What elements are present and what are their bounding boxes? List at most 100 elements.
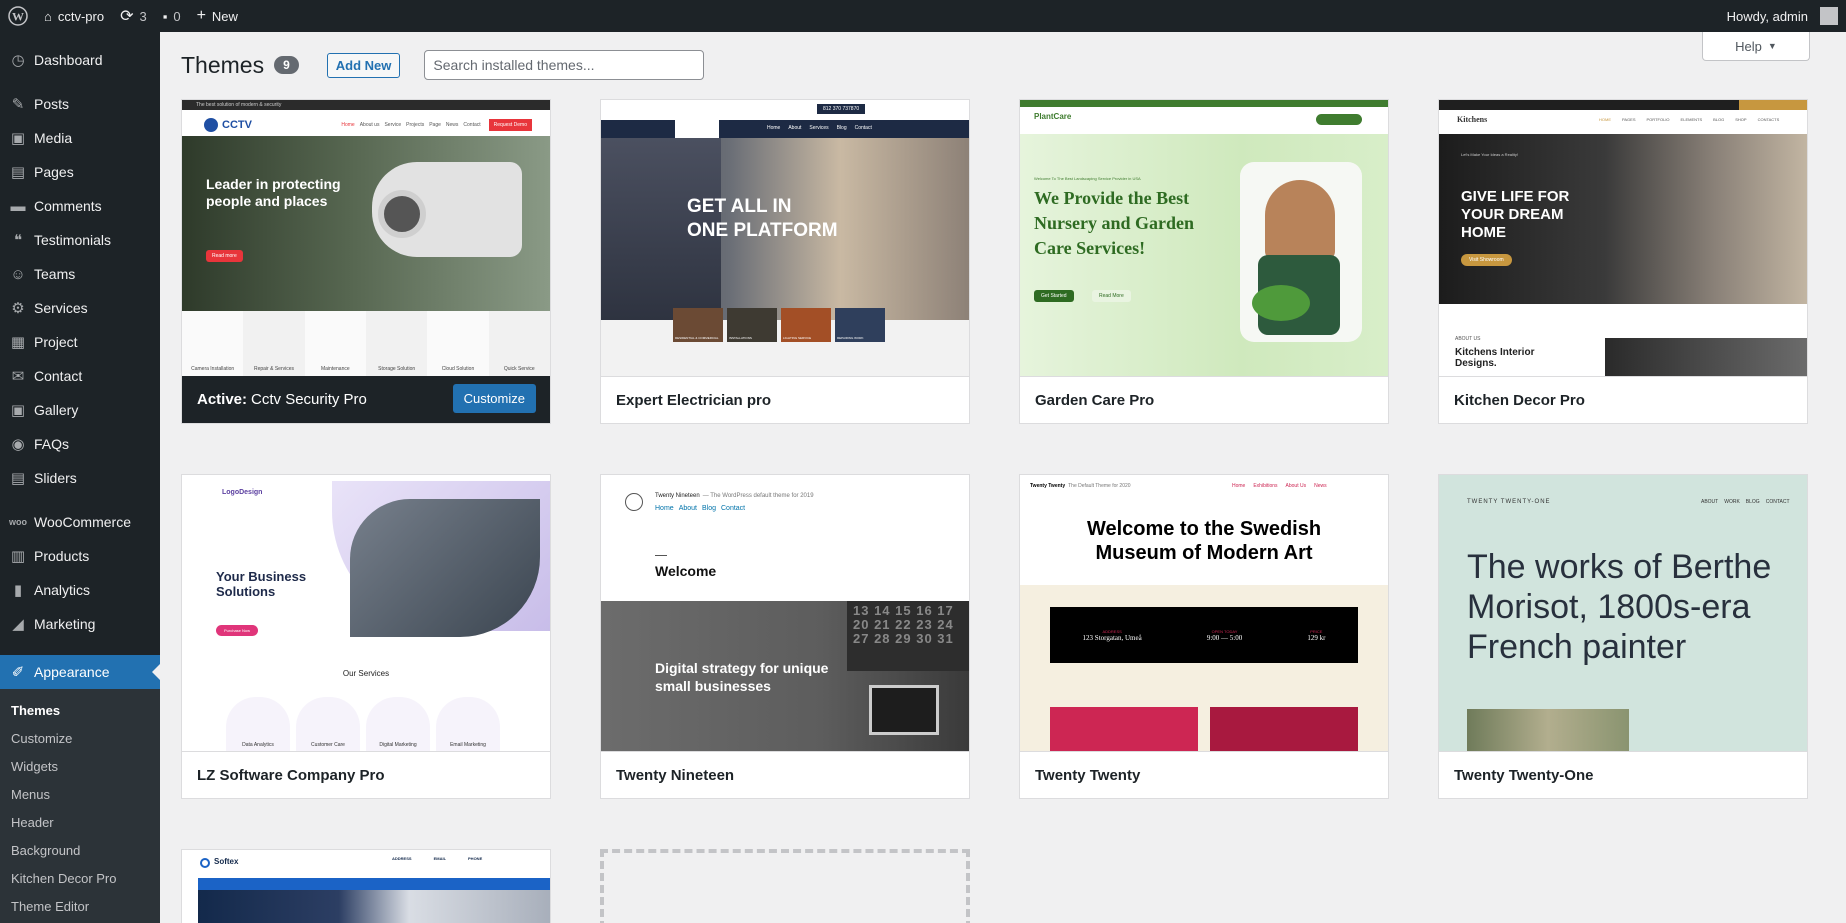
- screenshot-text: ONE PLATFORM: [687, 220, 838, 241]
- caret-down-icon: ▼: [1767, 41, 1777, 51]
- screenshot-text: Digital Marketing: [366, 697, 430, 751]
- add-new-button[interactable]: Add New: [326, 52, 401, 78]
- add-new-theme-card[interactable]: [600, 849, 970, 923]
- theme-card-cctv-security-pro[interactable]: The best solution of modern & security C…: [181, 99, 551, 424]
- submenu-item-kitchen-decor-pro[interactable]: Kitchen Decor Pro: [0, 864, 160, 892]
- submenu-item-customize[interactable]: Customize: [0, 724, 160, 752]
- theme-name: Kitchen Decor Pro: [1454, 391, 1585, 409]
- theme-screenshot: 812 370 737870 ELECTRICIAN HomeAboutServ…: [601, 100, 969, 376]
- woo-icon: woo: [9, 517, 27, 527]
- pin-icon: ✎: [11, 96, 25, 113]
- sidebar-item-label: Marketing: [34, 616, 96, 632]
- plus-icon: +: [196, 7, 206, 24]
- sidebar-item-marketing[interactable]: ◢ Marketing: [0, 607, 160, 641]
- submenu-item-themes[interactable]: Themes: [0, 696, 160, 724]
- sidebar-item-sliders[interactable]: ▤ Sliders: [0, 461, 160, 495]
- screenshot-text: Purchase Now: [216, 625, 259, 636]
- screenshot-text: Digital strategy for unique small busine…: [655, 660, 829, 694]
- sidebar-item-gallery[interactable]: ▣ Gallery: [0, 393, 160, 427]
- testimonial-icon: ❝: [13, 232, 23, 249]
- active-label: Active:: [197, 391, 248, 408]
- theme-screenshot: Kitchens HOME PAGES PORTFOLIO ELEMENTS BLOG S…: [1439, 100, 1807, 376]
- sidebar-item-project[interactable]: ▦ Project: [0, 325, 160, 359]
- sidebar-item-pages[interactable]: ▤ Pages: [0, 155, 160, 189]
- screenshot-text: Contact: [463, 122, 481, 128]
- screenshot-text: Camera Installation: [191, 366, 235, 372]
- theme-card-softex[interactable]: Softex ADDRESS EMAIL PHONE: [181, 849, 551, 923]
- screenshot-text: GET ALL IN: [687, 196, 792, 217]
- theme-card-expert-electrician-pro[interactable]: 812 370 737870 ELECTRICIAN HomeAboutServ…: [600, 99, 970, 424]
- submenu-item-menus[interactable]: Menus: [0, 780, 160, 808]
- sidebar-item-media[interactable]: ▣ Media: [0, 121, 160, 155]
- submenu-item-widgets[interactable]: Widgets: [0, 752, 160, 780]
- theme-card-twenty-nineteen[interactable]: Twenty Nineteen — The WordPress default t…: [600, 474, 970, 799]
- marketing-icon: ◢: [12, 616, 24, 633]
- sidebar-item-dashboard[interactable]: ◷ Dashboard: [0, 43, 160, 77]
- screenshot-text: PORTFOLIO: [1646, 117, 1670, 122]
- screenshot-text: LogoDesign: [222, 489, 263, 496]
- screenshot-text: Contact: [721, 505, 746, 512]
- new-label: New: [211, 8, 238, 24]
- search-input[interactable]: [424, 50, 705, 80]
- greeting-label: Howdy, admin: [1726, 8, 1808, 24]
- screenshot-text: CONTACTS: [1757, 117, 1780, 122]
- theme-name-bar: Kitchen Decor Pro: [1439, 376, 1807, 423]
- customize-button[interactable]: Customize: [452, 384, 536, 413]
- screenshot-text: Twenty Twenty: [1030, 483, 1066, 489]
- gallery-icon: ▣: [10, 402, 26, 419]
- sidebar-item-services[interactable]: ⚙ Services: [0, 291, 160, 325]
- screenshot-text: Read More: [1092, 290, 1131, 302]
- theme-card-twenty-twenty[interactable]: Twenty Twenty The Default Theme for 2020 …: [1019, 474, 1389, 799]
- updates-link[interactable]: ⟳ 3: [112, 0, 155, 32]
- theme-card-garden-care-pro[interactable]: PlantCare Welcome To The Best Landscapin…: [1019, 99, 1389, 424]
- screenshot-text: RESIDENTIAL & COMMERCIAL: [673, 308, 723, 342]
- theme-screenshot: Twenty Nineteen — The WordPress default t…: [601, 475, 969, 751]
- sidebar-item-comments[interactable]: ▬ Comments: [0, 189, 160, 223]
- comments-link[interactable]: ▪ 0: [155, 0, 189, 32]
- screenshot-text: CCTV: [222, 119, 252, 131]
- sidebar-item-woocommerce[interactable]: woo WooCommerce: [0, 505, 160, 539]
- screenshot-text: ADDRESS: [392, 856, 412, 861]
- sidebar-item-analytics[interactable]: ▮ Analytics: [0, 573, 160, 607]
- project-icon: ▦: [10, 334, 26, 351]
- teams-icon: ☺: [10, 265, 26, 283]
- theme-screenshot: Twenty Twenty The Default Theme for 2020 …: [1020, 475, 1388, 751]
- wordpress-logo-icon[interactable]: W: [0, 0, 36, 32]
- sidebar-item-teams[interactable]: ☺ Teams: [0, 257, 160, 291]
- theme-card-lz-software-company-pro[interactable]: LogoDesign Your Business Solutions Purch…: [181, 474, 551, 799]
- theme-screenshot: TWENTY TWENTY-ONE ABOUT WORK BLOG CONTACT T…: [1439, 475, 1807, 751]
- screenshot-text: Exhibitions: [1253, 483, 1278, 489]
- new-content-link[interactable]: + New: [189, 0, 246, 32]
- screenshot-text: Cloud Solution: [441, 366, 475, 372]
- site-name-link[interactable]: ⌂ cctv-pro: [36, 0, 112, 32]
- theme-name-bar: Twenty Twenty-One: [1439, 751, 1807, 798]
- submenu-item-header[interactable]: Header: [0, 808, 160, 836]
- sidebar-item-contact[interactable]: ✉ Contact: [0, 359, 160, 393]
- screenshot-text: HOME: [1599, 117, 1611, 122]
- sidebar-item-label: Dashboard: [34, 52, 103, 68]
- sidebar-item-products[interactable]: ▥ Products: [0, 539, 160, 573]
- sidebar-item-testimonials[interactable]: ❝ Testimonials: [0, 223, 160, 257]
- screenshot-text: About Us: [1285, 483, 1307, 489]
- sidebar-item-label: Products: [34, 548, 90, 564]
- sidebar-item-appearance[interactable]: ✐ Appearance: [0, 655, 160, 689]
- screenshot-text: Data Analytics: [226, 697, 290, 751]
- home-icon: ⌂: [44, 8, 52, 24]
- screenshot-text: Leader in protecting people and places: [206, 176, 341, 209]
- screenshot-text: WORK: [1724, 499, 1740, 505]
- help-button[interactable]: Help ▼: [1702, 32, 1810, 61]
- theme-name-bar: Twenty Twenty: [1020, 751, 1388, 798]
- screenshot-text: Repair & Services: [243, 311, 305, 376]
- theme-count-badge: 9: [274, 56, 299, 74]
- submenu-item-theme-editor[interactable]: Theme Editor: [0, 892, 160, 920]
- theme-card-kitchen-decor-pro[interactable]: Kitchens HOME PAGES PORTFOLIO ELEMENTS BLOG S…: [1438, 99, 1808, 424]
- theme-name: Garden Care Pro: [1035, 391, 1155, 409]
- theme-name: Twenty Nineteen: [616, 766, 735, 784]
- screenshot-text: Your Business Solutions: [216, 569, 307, 599]
- theme-card-twenty-twenty-one[interactable]: TWENTY TWENTY-ONE ABOUT WORK BLOG CONTACT T…: [1438, 474, 1808, 799]
- sidebar-item-posts[interactable]: ✎ Posts: [0, 87, 160, 121]
- screenshot-text: Welcome: [655, 563, 717, 579]
- my-account-link[interactable]: Howdy, admin: [1719, 0, 1846, 32]
- sidebar-item-faqs[interactable]: ◉ FAQs: [0, 427, 160, 461]
- submenu-item-background[interactable]: Background: [0, 836, 160, 864]
